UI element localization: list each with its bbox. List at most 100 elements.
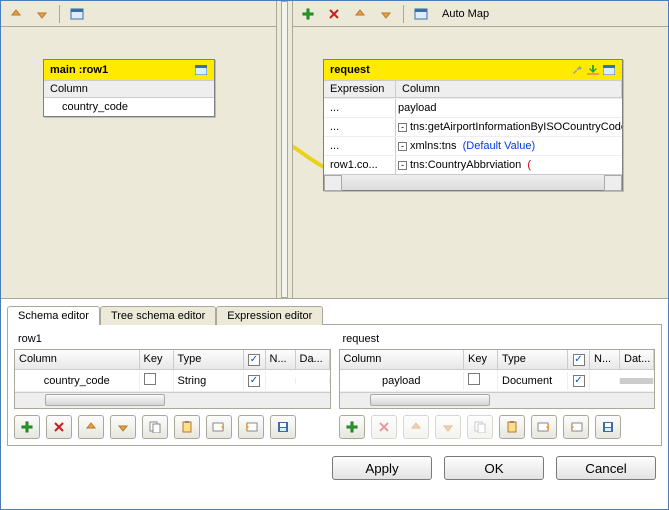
schema-right: request Column Key Type N... Dat... payl… — [339, 331, 656, 439]
schema-left-title: row1 — [14, 331, 331, 349]
collapse-icon[interactable]: - — [398, 142, 407, 151]
schema-right-grid: Column Key Type N... Dat... payload Docu… — [339, 349, 656, 409]
head-date[interactable]: Dat... — [620, 350, 654, 369]
tree-row[interactable]: ... -xmlns:tns (Default Value) — [324, 136, 622, 155]
cell-type[interactable]: Document — [498, 372, 568, 390]
column-head: Column — [44, 80, 214, 98]
paste-button[interactable] — [174, 415, 200, 439]
tab-tree-schema-editor[interactable]: Tree schema editor — [100, 306, 216, 325]
cell-key[interactable] — [464, 370, 498, 391]
window-icon[interactable] — [66, 4, 88, 24]
export-button[interactable] — [238, 415, 264, 439]
move-down-button — [435, 415, 461, 439]
head-key[interactable]: Key — [140, 350, 174, 369]
grid-row[interactable]: payload Document — [340, 370, 655, 392]
cell-key[interactable] — [140, 370, 174, 391]
tree-row[interactable]: ... -tns:getAirportInformationByISOCount… — [324, 117, 622, 136]
import-button[interactable] — [531, 415, 557, 439]
collapse-icon[interactable]: - — [398, 123, 407, 132]
move-up-icon[interactable] — [5, 4, 27, 24]
cell-nullable[interactable] — [590, 378, 620, 384]
head-date[interactable]: Da... — [296, 350, 330, 369]
node-header[interactable]: request — [324, 60, 622, 80]
tab-expression-editor[interactable]: Expression editor — [216, 306, 323, 325]
node-title: main :row1 — [50, 64, 108, 76]
move-up-icon[interactable] — [349, 4, 371, 24]
grid-header: Column Key Type N... Dat... — [340, 350, 655, 370]
cell-col[interactable]: country_code — [15, 372, 140, 390]
cell-nullable[interactable] — [266, 378, 296, 384]
add-button[interactable] — [339, 415, 365, 439]
add-icon[interactable] — [297, 4, 319, 24]
copy-button[interactable] — [142, 415, 168, 439]
remove-button — [371, 415, 397, 439]
head-check[interactable] — [244, 350, 266, 369]
tree-row[interactable]: row1.co... -tns:CountryAbbrviation ( — [324, 155, 622, 174]
row-country-code[interactable]: country_code — [44, 98, 214, 116]
tree-rows: ... payload ... -tns:getAirportInformati… — [324, 98, 622, 174]
window-icon[interactable] — [410, 4, 432, 24]
output-canvas[interactable]: request Expression Column ... — [293, 27, 668, 298]
remove-button[interactable] — [46, 415, 72, 439]
import-button[interactable] — [206, 415, 232, 439]
save-button[interactable] — [595, 415, 621, 439]
output-node-request[interactable]: request Expression Column ... — [323, 59, 623, 191]
cell-type[interactable]: String — [174, 372, 244, 390]
node-header[interactable]: main :row1 — [44, 60, 214, 80]
cell-date[interactable] — [296, 378, 330, 384]
grid-row[interactable]: country_code String — [15, 370, 330, 392]
head-nullable[interactable]: N... — [590, 350, 620, 369]
grid-header: Column Key Type N... Da... — [15, 350, 330, 370]
paste-button[interactable] — [499, 415, 525, 439]
ok-button[interactable]: OK — [444, 456, 544, 480]
collapse-icon[interactable]: - — [398, 161, 407, 170]
head-nullable[interactable]: N... — [266, 350, 296, 369]
input-canvas[interactable]: main :row1 Column country_code — [1, 27, 276, 298]
import-icon[interactable] — [586, 63, 600, 77]
schema-left-grid: Column Key Type N... Da... country_code … — [14, 349, 331, 409]
editor-tabs-area: Schema editor Tree schema editor Express… — [1, 299, 668, 446]
copy-button — [467, 415, 493, 439]
cell-col[interactable]: payload — [340, 372, 465, 390]
automap-button[interactable]: Auto Map — [436, 8, 495, 20]
splitter-vertical[interactable] — [277, 1, 293, 298]
label: tns:getAirportInformationByISOCountryCod… — [410, 121, 622, 133]
head-check[interactable] — [568, 350, 590, 369]
cancel-button[interactable]: Cancel — [556, 456, 656, 480]
cell-date[interactable] — [620, 378, 654, 384]
separator — [59, 5, 60, 23]
add-button[interactable] — [14, 415, 40, 439]
tab-schema-editor[interactable]: Schema editor — [7, 306, 100, 325]
head-key[interactable]: Key — [464, 350, 498, 369]
cell-check[interactable] — [568, 371, 590, 390]
horizontal-scrollbar[interactable] — [324, 174, 622, 190]
remove-icon[interactable] — [323, 4, 345, 24]
move-up-button[interactable] — [78, 415, 104, 439]
save-button[interactable] — [270, 415, 296, 439]
dialog-footer: Apply OK Cancel — [1, 446, 668, 492]
output-toolbar: Auto Map — [293, 1, 668, 27]
mapping-canvas-area: main :row1 Column country_code Auto Map — [1, 1, 668, 299]
extra: ( — [527, 159, 531, 171]
head-column[interactable]: Column — [340, 350, 465, 369]
cell-check[interactable] — [244, 371, 266, 390]
move-down-icon[interactable] — [375, 4, 397, 24]
tree-row[interactable]: ... payload — [324, 98, 622, 117]
wrench-icon[interactable] — [570, 63, 584, 77]
input-node-row1[interactable]: main :row1 Column country_code — [43, 59, 215, 117]
head-type[interactable]: Type — [174, 350, 244, 369]
schema-right-title: request — [339, 331, 656, 349]
grid-scrollbar[interactable] — [340, 392, 655, 408]
export-button[interactable] — [563, 415, 589, 439]
grid-scrollbar[interactable] — [15, 392, 330, 408]
input-pane: main :row1 Column country_code — [1, 1, 277, 298]
move-down-icon[interactable] — [31, 4, 53, 24]
window-icon[interactable] — [602, 63, 616, 77]
move-down-button[interactable] — [110, 415, 136, 439]
head-type[interactable]: Type — [498, 350, 568, 369]
apply-button[interactable]: Apply — [332, 456, 432, 480]
move-up-button — [403, 415, 429, 439]
window-icon[interactable] — [194, 63, 208, 77]
head-column[interactable]: Column — [15, 350, 140, 369]
separator — [403, 5, 404, 23]
